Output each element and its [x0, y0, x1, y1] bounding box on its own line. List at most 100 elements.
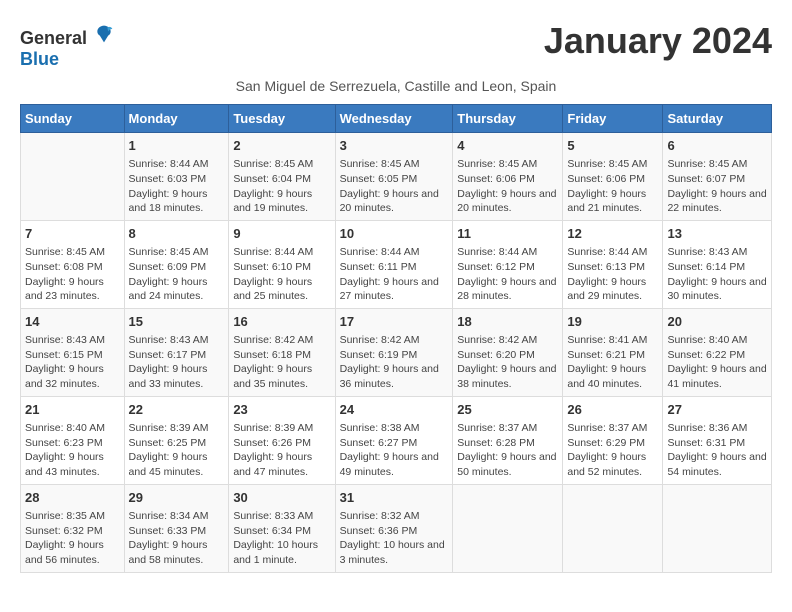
day-number: 23 [233, 401, 330, 419]
calendar-week-row: 28 Sunrise: 8:35 AMSunset: 6:32 PMDayligh… [21, 484, 772, 572]
logo: General Blue [20, 24, 114, 70]
day-detail: Sunrise: 8:45 AMSunset: 6:06 PMDaylight:… [457, 157, 558, 216]
calendar-cell: 1 Sunrise: 8:44 AMSunset: 6:03 PMDaylight… [124, 133, 229, 221]
calendar-cell: 11 Sunrise: 8:44 AMSunset: 6:12 PMDayligh… [453, 220, 563, 308]
day-detail: Sunrise: 8:42 AMSunset: 6:20 PMDaylight:… [457, 333, 558, 392]
day-detail: Sunrise: 8:40 AMSunset: 6:23 PMDaylight:… [25, 421, 120, 480]
header: General Blue January 2024 [20, 20, 772, 70]
day-number: 16 [233, 313, 330, 331]
calendar-cell: 7Sunrise: 8:45 AMSunset: 6:08 PMDaylight… [21, 220, 125, 308]
page-container: General Blue January 2024 San Miguel de … [20, 20, 772, 573]
day-detail: Sunrise: 8:44 AMSunset: 6:11 PMDaylight:… [340, 245, 449, 304]
calendar-cell: 22 Sunrise: 8:39 AMSunset: 6:25 PMDayligh… [124, 396, 229, 484]
month-year-title: January 2024 [544, 20, 772, 62]
calendar-cell: 24 Sunrise: 8:38 AMSunset: 6:27 PMDayligh… [335, 396, 453, 484]
calendar-cell: 5 Sunrise: 8:45 AMSunset: 6:06 PMDaylight… [563, 133, 663, 221]
calendar-cell: 31 Sunrise: 8:32 AMSunset: 6:36 PMDayligh… [335, 484, 453, 572]
calendar-cell: 25 Sunrise: 8:37 AMSunset: 6:28 PMDayligh… [453, 396, 563, 484]
day-detail: Sunrise: 8:42 AMSunset: 6:18 PMDaylight:… [233, 333, 330, 392]
day-number: 6 [667, 137, 767, 155]
calendar-cell: 18Sunrise: 8:42 AMSunset: 6:20 PMDayligh… [453, 308, 563, 396]
day-number: 21 [25, 401, 120, 419]
calendar-table: SundayMondayTuesdayWednesdayThursdayFrid… [20, 104, 772, 573]
calendar-header-friday: Friday [563, 105, 663, 133]
day-detail: Sunrise: 8:45 AMSunset: 6:04 PMDaylight:… [233, 157, 330, 216]
calendar-cell: 10 Sunrise: 8:44 AMSunset: 6:11 PMDayligh… [335, 220, 453, 308]
day-number: 31 [340, 489, 449, 507]
calendar-cell: 14Sunrise: 8:43 AMSunset: 6:15 PMDayligh… [21, 308, 125, 396]
calendar-cell: 20Sunrise: 8:40 AMSunset: 6:22 PMDayligh… [663, 308, 772, 396]
calendar-cell: 12 Sunrise: 8:44 AMSunset: 6:13 PMDayligh… [563, 220, 663, 308]
day-number: 22 [129, 401, 225, 419]
day-detail: Sunrise: 8:41 AMSunset: 6:21 PMDaylight:… [567, 333, 658, 392]
day-detail: Sunrise: 8:45 AMSunset: 6:09 PMDaylight:… [129, 245, 225, 304]
day-detail: Sunrise: 8:33 AMSunset: 6:34 PMDaylight:… [233, 509, 330, 568]
day-number: 12 [567, 225, 658, 243]
day-detail: Sunrise: 8:32 AMSunset: 6:36 PMDaylight:… [340, 509, 449, 568]
day-detail: Sunrise: 8:37 AMSunset: 6:29 PMDaylight:… [567, 421, 658, 480]
calendar-header-monday: Monday [124, 105, 229, 133]
location-subtitle: San Miguel de Serrezuela, Castille and L… [20, 78, 772, 94]
day-detail: Sunrise: 8:44 AMSunset: 6:12 PMDaylight:… [457, 245, 558, 304]
day-detail: Sunrise: 8:36 AMSunset: 6:31 PMDaylight:… [667, 421, 767, 480]
day-detail: Sunrise: 8:35 AMSunset: 6:32 PMDaylight:… [25, 509, 120, 568]
calendar-cell: 27 Sunrise: 8:36 AMSunset: 6:31 PMDayligh… [663, 396, 772, 484]
day-number: 4 [457, 137, 558, 155]
day-number: 20 [667, 313, 767, 331]
calendar-cell: 4 Sunrise: 8:45 AMSunset: 6:06 PMDaylight… [453, 133, 563, 221]
calendar-cell: 28 Sunrise: 8:35 AMSunset: 6:32 PMDayligh… [21, 484, 125, 572]
calendar-header-wednesday: Wednesday [335, 105, 453, 133]
title-section: January 2024 [544, 20, 772, 62]
day-number: 17 [340, 313, 449, 331]
day-number: 8 [129, 225, 225, 243]
day-number: 1 [129, 137, 225, 155]
calendar-cell: 2Sunrise: 8:45 AMSunset: 6:04 PMDaylight… [229, 133, 335, 221]
day-number: 27 [667, 401, 767, 419]
calendar-header-thursday: Thursday [453, 105, 563, 133]
day-detail: Sunrise: 8:39 AMSunset: 6:26 PMDaylight:… [233, 421, 330, 480]
day-detail: Sunrise: 8:45 AMSunset: 6:06 PMDaylight:… [567, 157, 658, 216]
day-number: 26 [567, 401, 658, 419]
day-detail: Sunrise: 8:45 AMSunset: 6:05 PMDaylight:… [340, 157, 449, 216]
calendar-cell: 6 Sunrise: 8:45 AMSunset: 6:07 PMDaylight… [663, 133, 772, 221]
calendar-cell: 16 Sunrise: 8:42 AMSunset: 6:18 PMDayligh… [229, 308, 335, 396]
day-detail: Sunrise: 8:44 AMSunset: 6:13 PMDaylight:… [567, 245, 658, 304]
day-number: 9 [233, 225, 330, 243]
day-number: 3 [340, 137, 449, 155]
calendar-cell: 13Sunrise: 8:43 AMSunset: 6:14 PMDayligh… [663, 220, 772, 308]
day-number: 19 [567, 313, 658, 331]
day-detail: Sunrise: 8:45 AMSunset: 6:08 PMDaylight:… [25, 245, 120, 304]
day-number: 25 [457, 401, 558, 419]
day-number: 11 [457, 225, 558, 243]
calendar-cell: 8 Sunrise: 8:45 AMSunset: 6:09 PMDaylight… [124, 220, 229, 308]
day-detail: Sunrise: 8:39 AMSunset: 6:25 PMDaylight:… [129, 421, 225, 480]
calendar-cell: 21 Sunrise: 8:40 AMSunset: 6:23 PMDayligh… [21, 396, 125, 484]
calendar-cell [453, 484, 563, 572]
day-number: 28 [25, 489, 120, 507]
calendar-cell: 26 Sunrise: 8:37 AMSunset: 6:29 PMDayligh… [563, 396, 663, 484]
day-detail: Sunrise: 8:38 AMSunset: 6:27 PMDaylight:… [340, 421, 449, 480]
day-detail: Sunrise: 8:45 AMSunset: 6:07 PMDaylight:… [667, 157, 767, 216]
day-detail: Sunrise: 8:44 AMSunset: 6:10 PMDaylight:… [233, 245, 330, 304]
calendar-week-row: 21 Sunrise: 8:40 AMSunset: 6:23 PMDayligh… [21, 396, 772, 484]
calendar-cell: 15Sunrise: 8:43 AMSunset: 6:17 PMDayligh… [124, 308, 229, 396]
calendar-cell: 19 Sunrise: 8:41 AMSunset: 6:21 PMDayligh… [563, 308, 663, 396]
day-detail: Sunrise: 8:34 AMSunset: 6:33 PMDaylight:… [129, 509, 225, 568]
day-number: 29 [129, 489, 225, 507]
day-detail: Sunrise: 8:44 AMSunset: 6:03 PMDaylight:… [129, 157, 225, 216]
calendar-cell: 30 Sunrise: 8:33 AMSunset: 6:34 PMDayligh… [229, 484, 335, 572]
day-number: 5 [567, 137, 658, 155]
calendar-cell [563, 484, 663, 572]
calendar-cell: 23 Sunrise: 8:39 AMSunset: 6:26 PMDayligh… [229, 396, 335, 484]
day-number: 24 [340, 401, 449, 419]
day-detail: Sunrise: 8:37 AMSunset: 6:28 PMDaylight:… [457, 421, 558, 480]
day-detail: Sunrise: 8:43 AMSunset: 6:14 PMDaylight:… [667, 245, 767, 304]
calendar-header-row: SundayMondayTuesdayWednesdayThursdayFrid… [21, 105, 772, 133]
day-number: 30 [233, 489, 330, 507]
calendar-cell [21, 133, 125, 221]
logo-general: General [20, 28, 87, 48]
logo-bird-icon [94, 24, 114, 44]
calendar-header-sunday: Sunday [21, 105, 125, 133]
day-number: 10 [340, 225, 449, 243]
logo-blue: Blue [20, 49, 59, 69]
